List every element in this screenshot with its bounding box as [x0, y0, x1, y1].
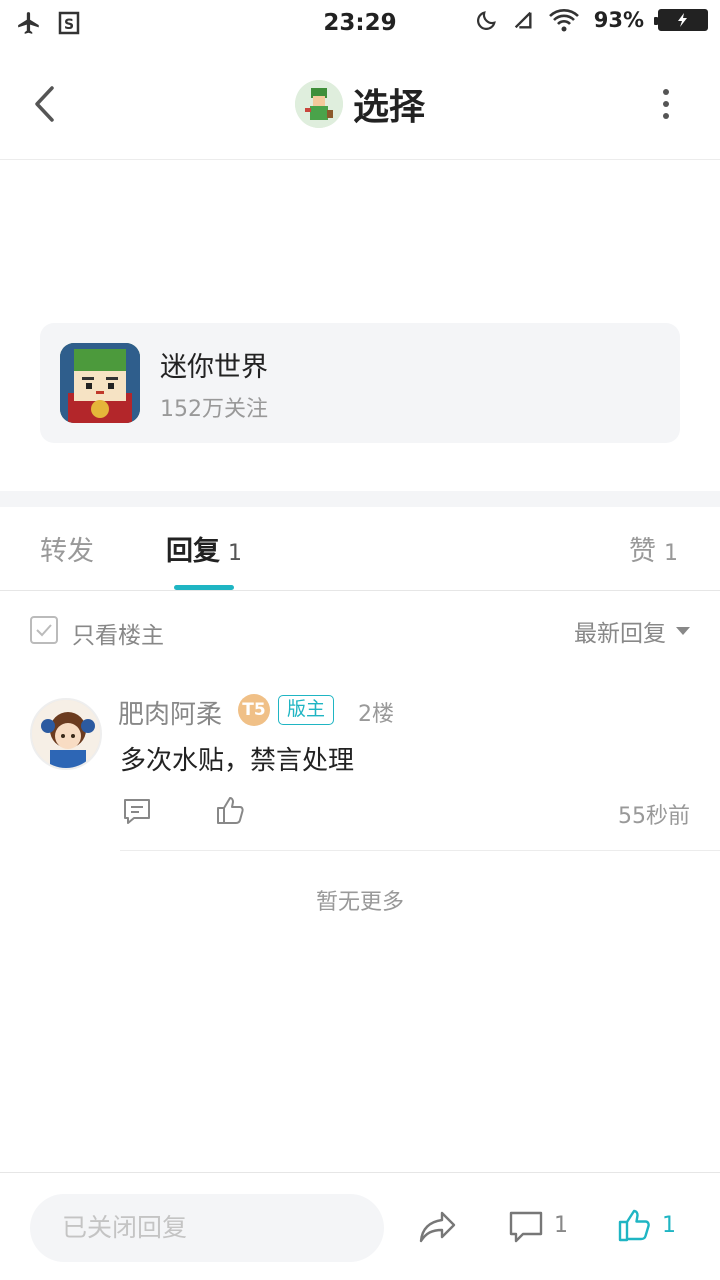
no-more-text: 暂无更多	[315, 890, 404, 915]
sort-label: 最新回复	[574, 621, 666, 647]
section-divider	[0, 491, 720, 507]
nav-title-group: 选择	[0, 78, 720, 130]
top-nav: 选择	[0, 50, 720, 160]
more-vertical-icon[interactable]	[652, 88, 680, 120]
like-count: 1	[662, 1213, 676, 1238]
reply-input[interactable]: 已关闭回复	[30, 1194, 384, 1262]
comment-icon[interactable]	[508, 1209, 544, 1245]
battery-percent: 93%	[593, 8, 644, 32]
share-icon[interactable]	[418, 1209, 458, 1245]
forum-card[interactable]: 迷你世界 152万关注	[40, 323, 680, 443]
active-tab-indicator	[174, 585, 234, 590]
tab-like-count: 1	[664, 541, 678, 566]
caret-down-icon	[676, 627, 690, 635]
reply-time: 55秒前	[618, 804, 690, 829]
filter-row: 只看楼主 最新回复	[0, 600, 720, 662]
battery-icon	[654, 9, 708, 31]
thumbs-up-icon[interactable]	[616, 1207, 652, 1243]
avatar[interactable]	[30, 698, 102, 770]
forum-followers: 152万关注	[160, 397, 268, 422]
reply-content: 多次水贴，禁言处理	[120, 746, 355, 776]
bottom-bar: 已关闭回复 1 1	[0, 1172, 720, 1280]
only-op-checkbox[interactable]	[30, 616, 58, 644]
tab-reply-label: 回复	[166, 536, 220, 567]
reply-floor: 2楼	[358, 702, 394, 727]
tab-reply[interactable]: 回复 1	[166, 529, 242, 568]
tab-forward-label: 转发	[40, 536, 94, 567]
comment-count: 1	[554, 1213, 568, 1238]
tab-like-label: 赞	[629, 536, 656, 567]
only-op-label[interactable]: 只看楼主	[72, 616, 164, 650]
comment-icon[interactable]	[122, 796, 152, 826]
tab-reply-count: 1	[228, 541, 242, 566]
thumbs-up-icon[interactable]	[214, 794, 246, 826]
tab-forward[interactable]: 转发	[40, 529, 94, 568]
wifi-icon	[548, 9, 579, 32]
reply-username[interactable]: 肥肉阿柔	[118, 694, 222, 731]
reply-item: 肥肉阿柔 T5 版主 2楼 多次水贴，禁言处理 55秒前	[0, 690, 720, 851]
status-right-icons: 93%	[476, 8, 708, 32]
tab-bar: 转发 回复 1 赞1	[0, 507, 720, 591]
forum-icon	[60, 343, 140, 423]
status-bar: S 23:29 93%	[0, 0, 720, 50]
moderator-badge: 版主	[278, 695, 335, 725]
sort-dropdown[interactable]: 最新回复	[574, 614, 690, 648]
reply-separator	[120, 850, 720, 851]
forum-name: 迷你世界	[160, 352, 268, 383]
page-title: 选择	[352, 87, 425, 128]
tab-like[interactable]: 赞1	[629, 529, 678, 568]
check-icon	[36, 624, 52, 637]
mute-icon	[514, 11, 532, 29]
forum-avatar[interactable]	[294, 80, 343, 128]
moon-icon	[476, 11, 496, 30]
level-badge: T5	[238, 694, 270, 726]
